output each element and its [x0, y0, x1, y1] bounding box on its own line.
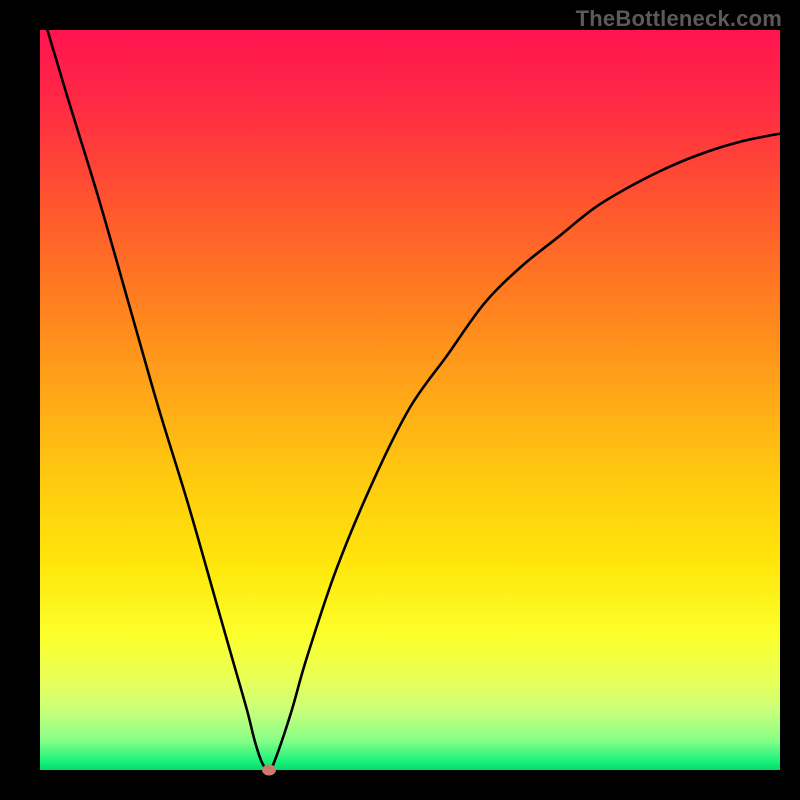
curve-svg [40, 30, 780, 770]
watermark-text: TheBottleneck.com [576, 6, 782, 32]
chart-frame: TheBottleneck.com [0, 0, 800, 800]
bottleneck-curve [47, 30, 780, 770]
valley-marker [262, 765, 276, 776]
plot-area [40, 30, 780, 770]
